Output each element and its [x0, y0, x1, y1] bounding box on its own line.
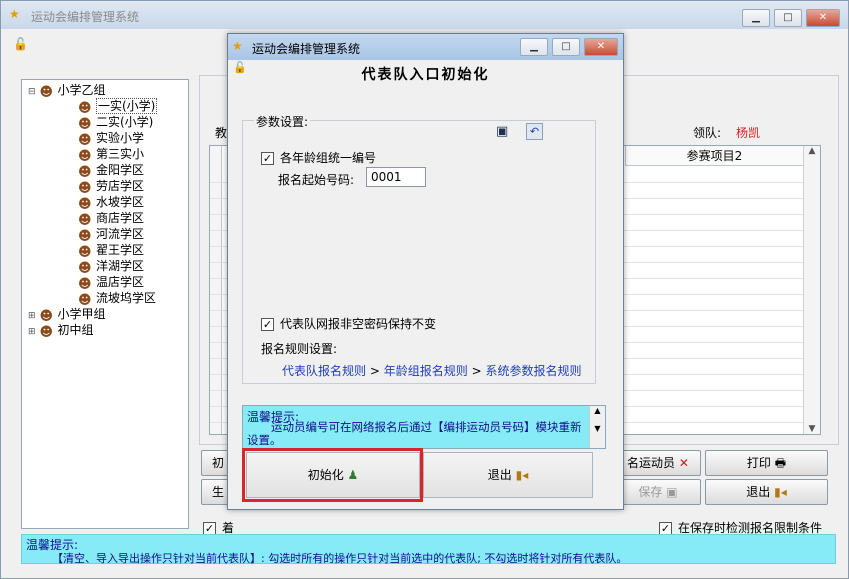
dialog-heading: 代表队入口初始化: [361, 67, 490, 83]
red-x-icon: ✕: [678, 456, 689, 470]
tree-item-label: 温店学区: [96, 275, 145, 289]
tree-item-label: 小学乙组: [57, 83, 106, 97]
tree-item-label: 洋湖学区: [96, 259, 145, 273]
main-tip-text: 【清空、导入导出操作只针对当前代表队】: 勾选时所有的操作只针对当前选中的代表队…: [52, 552, 628, 565]
tree-item[interactable]: ☻ 翟王学区: [78, 242, 145, 260]
tree-item-label: 劳店学区: [96, 179, 145, 193]
rule-sep-2: >: [471, 364, 482, 378]
save-limit-check[interactable]: ✓: [659, 519, 678, 535]
init-dialog: ★ 运动会编排管理系统 ▁ □ ✕ 🔓 代表队入口初始化 参数设置: ▣ ↶ ✓…: [227, 33, 624, 510]
tree-item[interactable]: ⊞ ☻ 初中组: [28, 322, 94, 340]
disk-icon: ▣: [666, 485, 678, 499]
main-title: 运动会编排管理系统: [31, 10, 140, 24]
dialog-tip-box: 温馨提示: 运动员编号可在网络报名后通过【编排运动员号码】模块重新设置。 ▲ ▼: [242, 405, 606, 449]
rule-link-system[interactable]: 系统参数报名规则: [485, 364, 581, 378]
tree-item[interactable]: ☻ 洋湖学区: [78, 258, 145, 276]
exit-door-icon: ▮◂: [774, 485, 787, 499]
team-tree[interactable]: ⊟ ☻ 小学乙组 ☻ 一实(小学) ☻ 二实(小学) ☻ 实验小学 ☻ 第三实小 ☻ 金阳学区 ☻ 劳店学区…: [21, 79, 189, 529]
save-label: 保存: [638, 485, 663, 499]
tree-item[interactable]: ☻ 河流学区: [78, 226, 145, 244]
tree-item[interactable]: ☻ 劳店学区: [78, 178, 145, 196]
tree-item[interactable]: ☻ 第三实小: [78, 146, 145, 164]
dialog-app-icon: ★: [232, 39, 243, 53]
leader-name: 杨凯: [736, 126, 761, 140]
expand-icon[interactable]: ⊞: [28, 327, 36, 337]
dialog-save-icon[interactable]: ▣: [496, 124, 508, 139]
dialog-exit-button[interactable]: 退出 ▮◂: [423, 452, 593, 498]
param-group-label: 参数设置:: [254, 113, 311, 130]
unlock-icon[interactable]: 🔓: [13, 37, 28, 51]
save-button[interactable]: 保存 ▣: [615, 479, 701, 505]
unified-numbering-label: 各年龄组统一编号: [280, 151, 377, 165]
tree-item-label: 翟王学区: [96, 243, 145, 257]
tree-item-label: 金阳学区: [96, 163, 145, 177]
rule-link-team[interactable]: 代表队报名规则: [282, 364, 366, 378]
keep-password-label: 代表队网报非空密码保持不变: [280, 317, 437, 331]
tree-item[interactable]: ☻ 商店学区: [78, 210, 145, 228]
tree-item[interactable]: ☻ 金阳学区: [78, 162, 145, 180]
dialog-exit-label: 退出: [487, 468, 512, 482]
print-button[interactable]: 打印 🖶: [705, 450, 828, 476]
start-number-input[interactable]: 0001: [366, 167, 426, 187]
tree-item[interactable]: ☻ 实验小学: [78, 130, 145, 148]
delete-athlete-label: 名运动员: [627, 456, 676, 470]
tree-item-label: 商店学区: [96, 211, 145, 225]
tree-item-label: 第三实小: [96, 147, 145, 161]
tree-item-label: 河流学区: [96, 227, 145, 241]
tree-item-label: 小学甲组: [57, 307, 106, 321]
tree-item[interactable]: ☻ 水坡学区: [78, 194, 145, 212]
init-highlight-box: [242, 448, 423, 502]
print-label: 打印: [746, 456, 771, 470]
main-exit-label: 退出: [746, 485, 771, 499]
collapse-icon[interactable]: ⊟: [28, 87, 36, 97]
dialog-titlebar: ★ 运动会编排管理系统 ▁ □ ✕: [228, 34, 623, 60]
main-tip-bar: 温馨提示: 【清空、导入导出操作只针对当前代表队】: 勾选时所有的操作只针对当前…: [21, 534, 836, 565]
tree-item[interactable]: ⊞ ☻ 小学甲组: [28, 306, 106, 324]
close-button[interactable]: ✕: [806, 9, 840, 27]
scroll-up-icon[interactable]: ▲: [804, 146, 820, 156]
tree-item-label: 实验小学: [96, 131, 145, 145]
person-icon: ☻: [39, 325, 54, 340]
person-icon: ☻: [39, 85, 54, 100]
tree-item-label: 水坡学区: [96, 195, 145, 209]
dialog-minimize-button[interactable]: ▁: [520, 38, 548, 56]
delete-athlete-button[interactable]: 名运动员 ✕: [615, 450, 701, 476]
tip-scrollbar[interactable]: ▲ ▼: [589, 406, 605, 448]
main-exit-button[interactable]: 退出 ▮◂: [705, 479, 828, 505]
coach-label: 教: [215, 126, 228, 140]
printer-icon: 🖶: [774, 456, 787, 470]
tree-item[interactable]: ☻ 流坡坞学区: [78, 290, 157, 308]
tree-item[interactable]: ☻ 二实(小学): [78, 114, 154, 132]
undo-icon[interactable]: ↶: [526, 123, 543, 140]
rules-label: 报名规则设置:: [261, 342, 338, 356]
minimize-button[interactable]: ▁: [742, 9, 770, 27]
main-titlebar: ★ 运动会编排管理系统 ▁ □ ✕: [1, 1, 848, 29]
start-number-label: 报名起始号码:: [278, 173, 355, 187]
scroll-down-icon[interactable]: ▼: [804, 424, 820, 434]
expand-icon[interactable]: ⊞: [28, 311, 36, 321]
grid-scrollbar[interactable]: ▲ ▼: [803, 146, 820, 434]
unified-numbering-check[interactable]: ✓: [261, 149, 280, 165]
tree-item[interactable]: ☻ 温店学区: [78, 274, 145, 292]
leader-label: 领队:: [693, 126, 722, 140]
rules-breadcrumb: 代表队报名规则 > 年龄组报名规则 > 系统参数报名规则: [282, 362, 581, 379]
dialog-close-button[interactable]: ✕: [584, 38, 618, 56]
only-current-team-check[interactable]: ✓: [203, 519, 222, 535]
rule-sep-1: >: [369, 364, 380, 378]
dialog-exit-door-icon: ▮◂: [515, 468, 529, 482]
maximize-button[interactable]: □: [774, 9, 802, 27]
dialog-tip-text: 运动员编号可在网络报名后通过【编排运动员号码】模块重新设置。: [247, 420, 582, 447]
dialog-maximize-button[interactable]: □: [552, 38, 580, 56]
dialog-title: 运动会编排管理系统: [252, 42, 361, 56]
tree-item-label: 一实(小学): [96, 98, 158, 114]
keep-password-check[interactable]: ✓: [261, 315, 280, 331]
tree-item-label: 流坡坞学区: [96, 291, 157, 305]
grid-header-event2[interactable]: 参赛项目2: [625, 146, 803, 166]
tree-item[interactable]: ⊟ ☻ 小学乙组: [28, 82, 106, 100]
tree-item[interactable]: ☻ 一实(小学): [78, 98, 158, 116]
tree-item-label: 二实(小学): [96, 115, 154, 129]
app-icon: ★: [9, 7, 20, 21]
tree-item-label: 初中组: [57, 323, 94, 337]
rule-link-agegroup[interactable]: 年龄组报名规则: [384, 364, 468, 378]
